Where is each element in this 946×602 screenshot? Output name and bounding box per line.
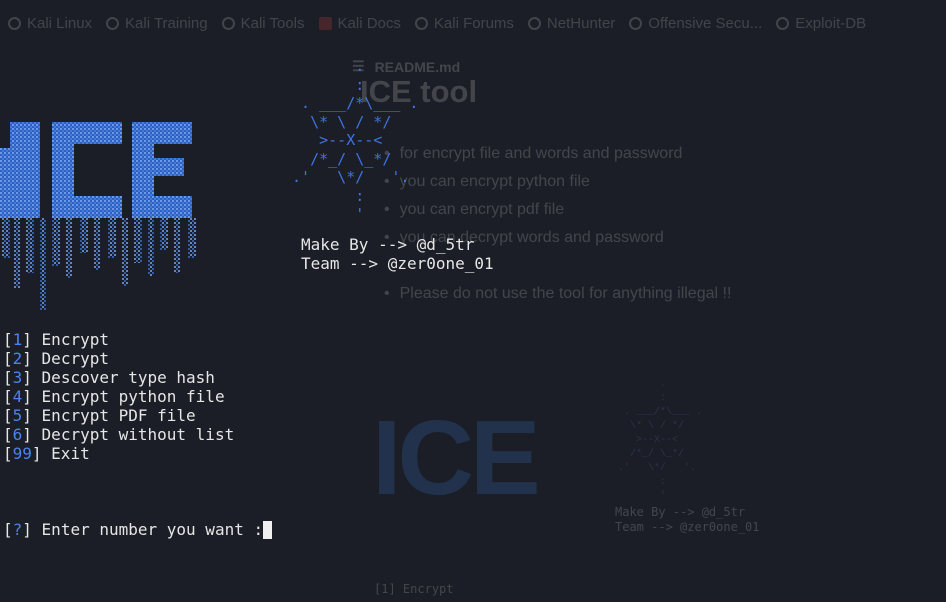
menu-item-decrypt-without-list: [6] Decrypt without list xyxy=(3,425,235,444)
menu-item-encrypt: [1] Encrypt xyxy=(3,330,109,349)
list-item: Please do not use the tool for anything … xyxy=(384,280,732,308)
exploit-db-icon xyxy=(776,16,790,30)
bookmark-exploit-db[interactable]: Exploit-DB xyxy=(776,15,866,32)
bookmark-offensive-security[interactable]: Offensive Secu... xyxy=(629,15,762,32)
menu-item-exit: [99] Exit xyxy=(3,444,90,463)
bookmarks-bar: Kali Linux Kali Training Kali Tools Kali… xyxy=(0,0,946,46)
menu-item-decrypt: [2] Decrypt xyxy=(3,349,109,368)
kali-dragon-icon xyxy=(8,16,21,30)
make-by-line: Make By --> @d_5tr xyxy=(301,235,475,254)
readme-bullet-list: for encrypt file and words and password … xyxy=(384,140,732,308)
list-item: you can encrypt python file xyxy=(384,168,731,196)
bookmark-kali-forums[interactable]: Kali Forums xyxy=(414,15,514,32)
offsec-icon xyxy=(629,16,643,30)
list-item: you can encrypt pdf file xyxy=(384,196,731,224)
readme-screenshot-menu: [1] Encrypt xyxy=(374,582,454,596)
readme-screenshot-star-art: . : . ___/*\___ . \* \ / */ >--X--< /*_/… xyxy=(618,379,703,502)
docs-icon xyxy=(318,16,332,30)
prompt-text: Enter number you want : xyxy=(41,520,264,539)
menu-item-encrypt-python: [4] Encrypt python file xyxy=(3,387,225,406)
list-item: for encrypt file and words and password xyxy=(384,140,731,168)
ascii-logo-letters xyxy=(0,122,192,218)
kali-dragon-icon xyxy=(221,16,235,30)
bookmark-kali-training[interactable]: Kali Training xyxy=(106,15,208,32)
credits-block: Make By --> @d_5tr Team --> @zer0one_01 xyxy=(301,235,494,273)
kali-dragon-icon xyxy=(527,16,541,30)
kali-dragon-icon xyxy=(106,16,120,30)
star-ascii-art: . : . ___/*\___ . \* \ / */ >--X--< /*_/… xyxy=(292,57,419,223)
kali-dragon-icon xyxy=(414,16,428,30)
bookmark-nethunter[interactable]: NetHunter xyxy=(527,15,615,32)
readme-screenshot-credits: Make By --> @d_5tr Team --> @zer0one_01 xyxy=(615,505,760,534)
team-line: Team --> @zer0one_01 xyxy=(301,254,494,273)
bookmark-kali-docs[interactable]: Kali Docs xyxy=(318,15,401,32)
menu-item-discover-hash: [3] Descover type hash xyxy=(3,368,215,387)
menu-item-encrypt-pdf: [5] Encrypt PDF file xyxy=(3,406,196,425)
ascii-logo-drips xyxy=(2,218,196,310)
text-cursor[interactable] xyxy=(263,520,273,539)
bookmark-kali-tools[interactable]: Kali Tools xyxy=(221,15,305,32)
main-menu: [1] Encrypt [2] Decrypt [3] Descover typ… xyxy=(3,330,234,463)
bookmark-kali-linux[interactable]: Kali Linux xyxy=(8,15,92,32)
ice-ascii-logo xyxy=(0,122,196,310)
readme-screenshot-logo: ICE xyxy=(372,399,541,517)
terminal-input-prompt[interactable]: [?] Enter number you want : xyxy=(3,520,273,539)
